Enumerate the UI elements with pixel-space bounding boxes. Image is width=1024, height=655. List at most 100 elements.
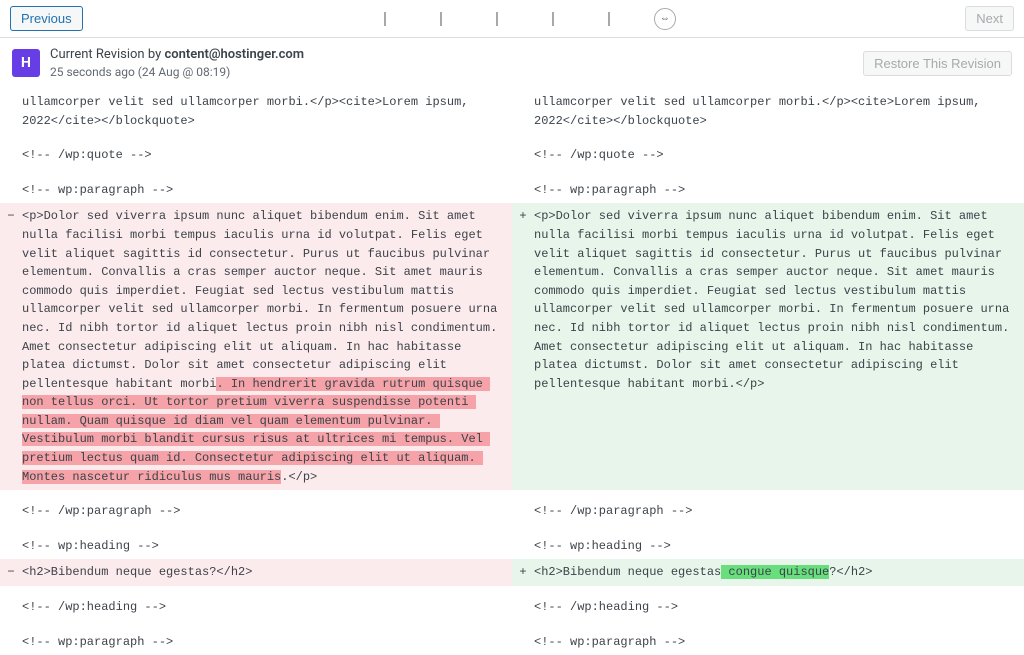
diff-cell bbox=[534, 586, 1024, 594]
diff-left bbox=[0, 169, 512, 177]
diff-right bbox=[512, 586, 1024, 594]
revision-author: content@hostinger.com bbox=[164, 47, 304, 62]
next-button[interactable]: Next bbox=[965, 6, 1014, 31]
diff-marker bbox=[0, 134, 22, 142]
diff-left bbox=[0, 525, 512, 533]
restore-revision-button[interactable]: Restore This Revision bbox=[863, 51, 1012, 76]
diff-right: ullamcorper velit sed ullamcorper morbi.… bbox=[512, 89, 1024, 134]
diff-cell: <p>Dolor sed viverra ipsum nunc aliquet … bbox=[22, 203, 512, 490]
previous-button[interactable]: Previous bbox=[10, 6, 83, 31]
diff-left: ullamcorper velit sed ullamcorper morbi.… bbox=[0, 89, 512, 134]
diff-marker bbox=[0, 525, 22, 533]
diff-marker bbox=[512, 177, 534, 204]
diff-left bbox=[0, 134, 512, 142]
diff-cell bbox=[534, 169, 1024, 177]
diff-cell bbox=[534, 525, 1024, 533]
diff-row: <!-- wp:heading --><!-- wp:heading --> bbox=[0, 533, 1024, 560]
diff-left: <!-- /wp:paragraph --> bbox=[0, 498, 512, 525]
diff-right: +<h2>Bibendum neque egestas congue quisq… bbox=[512, 559, 1024, 586]
diff-row bbox=[0, 621, 1024, 629]
diff-right: <!-- wp:paragraph --> bbox=[512, 629, 1024, 655]
diff-marker bbox=[512, 533, 534, 560]
context-text: <h2>Bibendum neque egestas bbox=[534, 565, 721, 579]
diff-right: <!-- /wp:heading --> bbox=[512, 594, 1024, 621]
diff-row bbox=[0, 490, 1024, 498]
diff-container: ullamcorper velit sed ullamcorper morbi.… bbox=[0, 89, 1024, 655]
diff-marker bbox=[512, 89, 534, 134]
diff-left: <!-- wp:paragraph --> bbox=[0, 629, 512, 655]
diff-right bbox=[512, 134, 1024, 142]
diff-left: <!-- wp:heading --> bbox=[0, 533, 512, 560]
diff-left: −<p>Dolor sed viverra ipsum nunc aliquet… bbox=[0, 203, 512, 490]
slider-track[interactable]: ⇔ bbox=[384, 16, 664, 22]
diff-row: <!-- /wp:heading --> <!-- /wp:heading --> bbox=[0, 594, 1024, 621]
diff-row: <!-- wp:paragraph --> <!-- wp:paragraph -… bbox=[0, 177, 1024, 204]
diff-marker bbox=[0, 594, 22, 621]
diff-cell: <!-- wp:paragraph --> bbox=[534, 177, 1024, 204]
diff-right: <!-- /wp:quote --> bbox=[512, 142, 1024, 169]
diff-cell: ullamcorper velit sed ullamcorper morbi.… bbox=[534, 89, 1024, 134]
diff-cell bbox=[22, 525, 512, 533]
diff-cell bbox=[22, 169, 512, 177]
revision-meta: Current Revision by content@hostinger.co… bbox=[50, 46, 304, 81]
diff-marker: − bbox=[0, 203, 22, 490]
diff-cell: <!-- wp:heading --> bbox=[22, 533, 512, 560]
diff-right: <!-- wp:paragraph --> bbox=[512, 177, 1024, 204]
diff-marker bbox=[0, 177, 22, 204]
diff-row: <!-- /wp:paragraph --> <!-- /wp:paragraph… bbox=[0, 498, 1024, 525]
diff-cell bbox=[22, 490, 512, 498]
removed-text: . In hendrerit gravida rutrum quisque no… bbox=[22, 377, 490, 484]
added-text: congue quisque bbox=[721, 565, 829, 579]
diff-cell bbox=[22, 586, 512, 594]
revision-slider[interactable]: ⇔ bbox=[83, 16, 966, 22]
diff-cell: <!-- /wp:heading --> bbox=[534, 594, 1024, 621]
diff-cell: <!-- /wp:heading --> bbox=[22, 594, 512, 621]
slider-handle[interactable]: ⇔ bbox=[654, 8, 676, 30]
revision-author-line: Current Revision by content@hostinger.co… bbox=[50, 46, 304, 64]
diff-marker bbox=[0, 89, 22, 134]
diff-cell: <h2>Bibendum neque egestas?</h2> bbox=[22, 559, 512, 586]
diff-left: <!-- /wp:quote --> bbox=[0, 142, 512, 169]
diff-marker: + bbox=[512, 559, 534, 586]
revision-header: H Current Revision by content@hostinger.… bbox=[0, 38, 1024, 89]
diff-cell: <!-- /wp:paragraph --> bbox=[534, 498, 1024, 525]
diff-marker bbox=[512, 594, 534, 621]
diff-marker bbox=[512, 586, 534, 594]
diff-row: −<h2>Bibendum neque egestas?</h2>+<h2>Bi… bbox=[0, 559, 1024, 586]
diff-right: <!-- wp:heading --> bbox=[512, 533, 1024, 560]
diff-marker: − bbox=[0, 559, 22, 586]
revision-meta-block: H Current Revision by content@hostinger.… bbox=[12, 46, 304, 81]
diff-left: <!-- wp:paragraph --> bbox=[0, 177, 512, 204]
diff-row: −<p>Dolor sed viverra ipsum nunc aliquet… bbox=[0, 203, 1024, 490]
diff-marker bbox=[512, 498, 534, 525]
topbar-right: Next bbox=[965, 6, 1014, 31]
diff-cell: <!-- wp:paragraph --> bbox=[22, 177, 512, 204]
diff-row bbox=[0, 169, 1024, 177]
diff-marker bbox=[0, 533, 22, 560]
diff-marker bbox=[512, 490, 534, 498]
diff-right bbox=[512, 490, 1024, 498]
diff-row bbox=[0, 134, 1024, 142]
diff-cell: <!-- wp:paragraph --> bbox=[534, 629, 1024, 655]
diff-cell: ullamcorper velit sed ullamcorper morbi.… bbox=[22, 89, 512, 134]
revision-actions: Restore This Revision bbox=[863, 51, 1012, 76]
diff-left bbox=[0, 490, 512, 498]
context-text: <p>Dolor sed viverra ipsum nunc aliquet … bbox=[22, 209, 504, 390]
diff-cell: <p>Dolor sed viverra ipsum nunc aliquet … bbox=[534, 203, 1024, 490]
diff-marker bbox=[512, 134, 534, 142]
diff-left: −<h2>Bibendum neque egestas?</h2> bbox=[0, 559, 512, 586]
diff-marker: + bbox=[512, 203, 534, 490]
context-text: <h2>Bibendum neque egestas?</h2> bbox=[22, 565, 252, 579]
revision-time: 25 seconds ago (24 Aug @ 08:19) bbox=[50, 64, 304, 81]
diff-right: +<p>Dolor sed viverra ipsum nunc aliquet… bbox=[512, 203, 1024, 490]
revision-current-prefix: Current Revision by bbox=[50, 47, 164, 62]
diff-cell: <!-- /wp:paragraph --> bbox=[22, 498, 512, 525]
diff-row: <!-- /wp:quote --> <!-- /wp:quote --> bbox=[0, 142, 1024, 169]
topbar-left: Previous bbox=[10, 6, 83, 31]
diff-marker bbox=[0, 498, 22, 525]
diff-cell: <!-- /wp:quote --> bbox=[534, 142, 1024, 169]
revision-topbar: Previous ⇔ Next bbox=[0, 0, 1024, 38]
diff-cell: <!-- /wp:quote --> bbox=[22, 142, 512, 169]
diff-left: <!-- /wp:heading --> bbox=[0, 594, 512, 621]
diff-marker bbox=[512, 621, 534, 629]
